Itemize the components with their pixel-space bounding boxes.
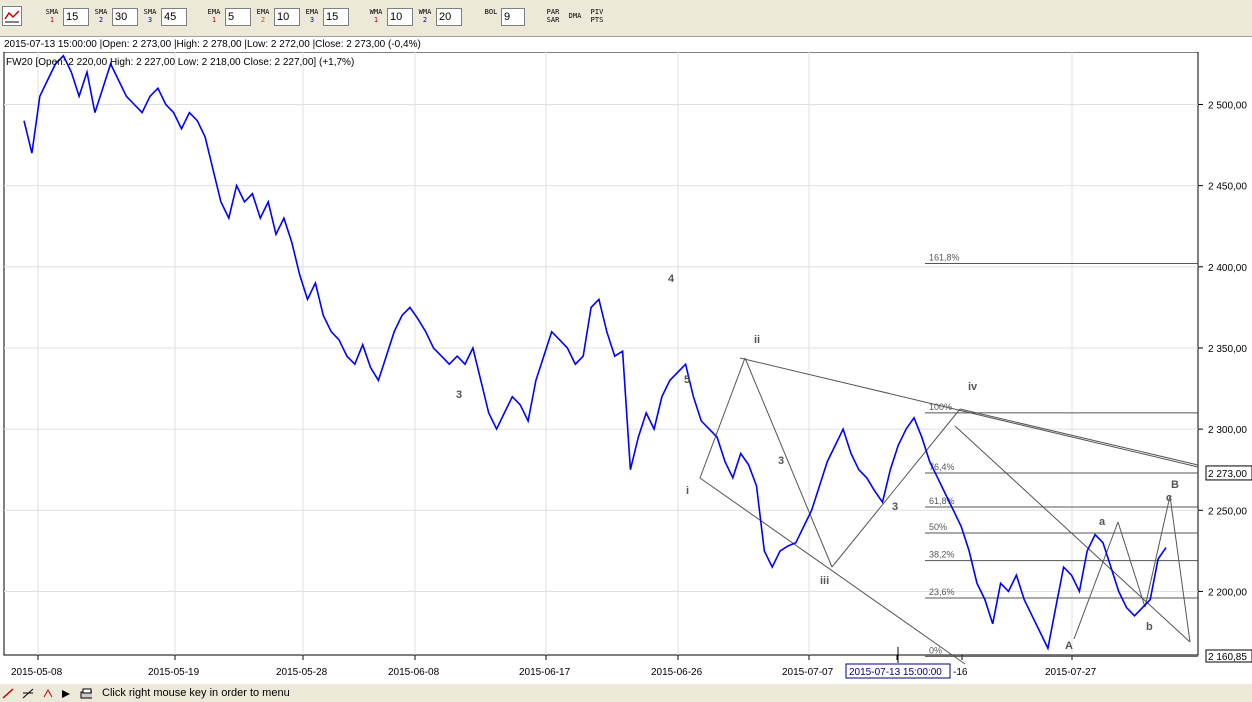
zoom-tool-icon[interactable] [22, 688, 34, 699]
indicator-label: WMA 1 [369, 8, 383, 24]
wave-label: A [1065, 640, 1073, 652]
status-message: Click right mouse key in order to menu [102, 687, 290, 699]
indicator-period-input[interactable]: 5 [225, 8, 251, 26]
y-tick-label: 2 400,00 [1208, 263, 1247, 274]
indicator-sma-3[interactable]: SMA 3 45 [140, 8, 188, 26]
arrow-tool-icon[interactable] [42, 688, 54, 699]
wave-label: B [1171, 479, 1179, 491]
wave-label: 5 [684, 374, 690, 386]
fib-level-label: 23,6% [929, 587, 955, 597]
chart-type-icon[interactable] [2, 6, 22, 26]
indicator-label: SMA 2 [94, 8, 108, 24]
x-tick-label: 2015-05-08 [11, 667, 63, 678]
wave-label: i [686, 485, 689, 497]
indicator-period-input[interactable]: 10 [274, 8, 300, 26]
fib-level-label: 50% [929, 522, 947, 532]
wave-label: b [1146, 621, 1153, 633]
x-tick-label: 2015-06-26 [651, 667, 703, 678]
y-tick-label: 2 450,00 [1208, 182, 1247, 193]
indicator-sma-1[interactable]: SMA 1 15 [42, 8, 90, 26]
status-bar: Click right mouse key in order to menu [0, 685, 1252, 702]
indicator-label: SMA 1 [45, 8, 59, 24]
ohlc-info: 2015-07-13 15:00:00 |Open: 2 273,00 |Hig… [0, 36, 1252, 52]
wave-label: 4 [668, 273, 675, 285]
piv-pts-button[interactable]: PIV PTS [586, 8, 608, 24]
indicator-ema-2[interactable]: EMA 2 10 [253, 8, 301, 26]
y-tick-label: 2 300,00 [1208, 425, 1247, 436]
wave-label: c [1166, 492, 1172, 504]
indicator-ema-1[interactable]: EMA 1 5 [204, 8, 252, 26]
fib-level-label: 38,2% [929, 550, 955, 560]
indicator-label: EMA 2 [256, 8, 270, 24]
min-price-label: 2 160,85 [1208, 652, 1247, 663]
wave-label: 3 [778, 455, 784, 467]
x-tick-label: 2015-05-19 [148, 667, 200, 678]
x-tick-label: 2015-05-28 [276, 667, 328, 678]
chart-title: FW20 [Open: 2 220,00 High: 2 227,00 Low:… [6, 57, 354, 68]
par-sar-button[interactable]: PAR SAR [542, 8, 564, 24]
indicator-period-input[interactable]: 20 [436, 8, 462, 26]
cursor-tool-icon[interactable] [60, 688, 72, 699]
x-tick-label: 2015-06-08 [388, 667, 440, 678]
wave-label: iii [820, 575, 829, 587]
indicator-period-input[interactable]: 15 [323, 8, 349, 26]
x-tick-label: 2015-07-07 [782, 667, 834, 678]
x-tick-label: -16 [953, 667, 968, 678]
wave-label: 3 [892, 501, 898, 513]
toolbar: SMA 1 15 SMA 2 30 SMA 3 45 EMA 1 5 EMA 2 10 EMA 3 15 WMA 1 1… [0, 0, 1252, 34]
print-icon[interactable] [80, 688, 92, 699]
indicator-period-input[interactable]: 45 [161, 8, 187, 26]
current-price-label: 2 273,00 [1208, 469, 1247, 480]
plot-area [3, 51, 1199, 656]
y-tick-label: 2 350,00 [1208, 344, 1247, 355]
indicator-wma-1[interactable]: WMA 1 10 [366, 8, 414, 26]
indicator-label: SMA 3 [143, 8, 157, 24]
indicator-wma-2[interactable]: WMA 2 20 [415, 8, 463, 26]
y-tick-label: 2 250,00 [1208, 506, 1247, 517]
chart-svg[interactable]: 2 200,00 2 250,00 2 300,00 2 350,00 2 400,00… [0, 51, 1252, 684]
wave-label: a [1099, 516, 1106, 528]
wave-label: 3 [456, 389, 462, 401]
indicator-ema-3[interactable]: EMA 3 15 [302, 8, 350, 26]
price-chart[interactable]: 2 200,00 2 250,00 2 300,00 2 350,00 2 400,00… [0, 51, 1252, 684]
draw-tool-icon[interactable] [2, 688, 14, 699]
indicator-label: EMA 1 [207, 8, 221, 24]
wave-label: ii [754, 334, 760, 346]
dma-button[interactable]: DMA [564, 12, 586, 20]
x-tick-label: 2015-06-17 [519, 667, 571, 678]
x-tick-label: 2015-07-27 [1045, 667, 1097, 678]
y-tick-label: 2 500,00 [1208, 100, 1247, 111]
indicator-sma-2[interactable]: SMA 2 30 [91, 8, 139, 26]
bol-input[interactable]: 9 [501, 8, 525, 26]
y-tick-label: 2 200,00 [1208, 587, 1247, 598]
wave-label: iv [968, 381, 978, 393]
indicator-period-input[interactable]: 15 [63, 8, 89, 26]
indicator-period-input[interactable]: 10 [387, 8, 413, 26]
indicator-period-input[interactable]: 30 [112, 8, 138, 26]
indicator-label: WMA 2 [418, 8, 432, 24]
x-tick-label: 2015-07-13 15:00:00 [849, 667, 942, 678]
fib-level-label: 161,8% [929, 253, 960, 263]
indicator-label: EMA 3 [305, 8, 319, 24]
